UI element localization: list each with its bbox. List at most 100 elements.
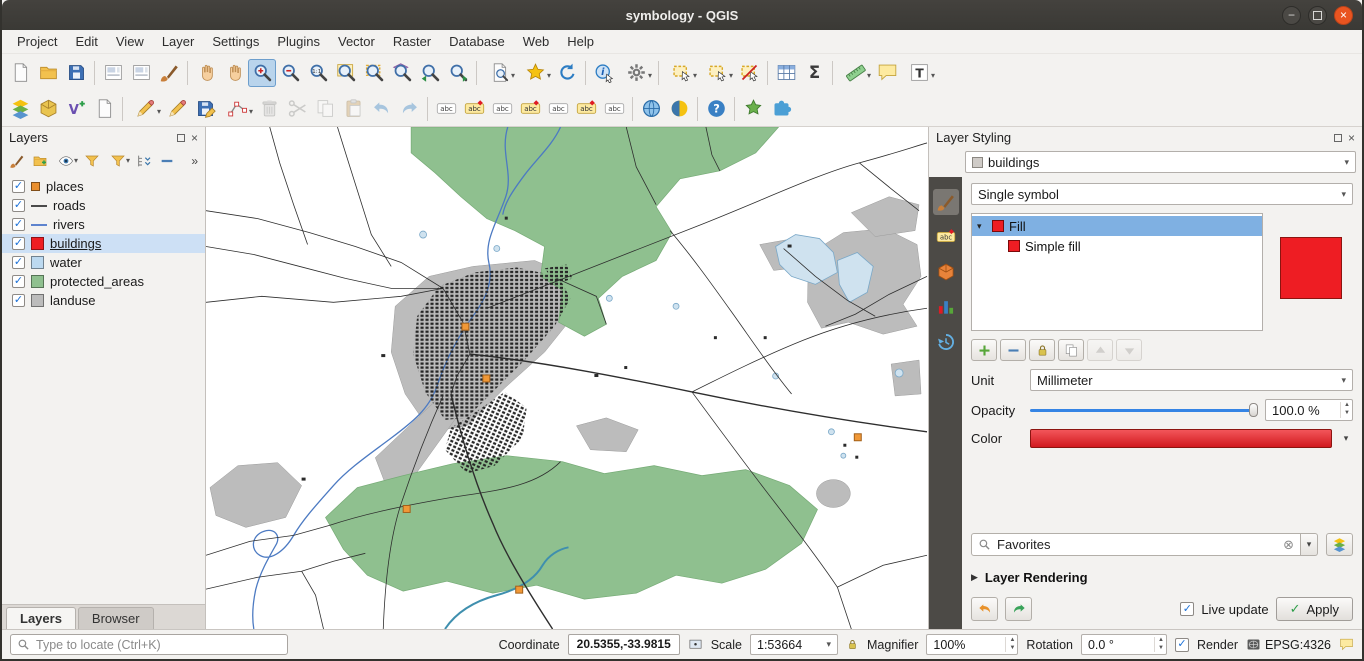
style-manager-button[interactable]: ▾ — [155, 59, 183, 87]
render-checkbox[interactable]: ✓ — [1175, 638, 1189, 652]
styling-tab-diagrams[interactable] — [933, 294, 959, 320]
color-button[interactable] — [1030, 429, 1332, 448]
layer-water[interactable]: ✓ water — [2, 253, 205, 272]
show-bookmarks-button[interactable]: ▾ — [517, 59, 553, 87]
pan-to-selection-button[interactable]: ▾ — [220, 59, 248, 87]
new-print-layout-button[interactable]: ▾ — [99, 59, 127, 87]
layer-visibility-checkbox[interactable]: ✓ — [12, 294, 25, 307]
close-panel-icon[interactable]: × — [191, 132, 198, 144]
live-update-checkbox[interactable]: ✓ — [1180, 602, 1194, 616]
layer-landuse[interactable]: ✓ landuse — [2, 291, 205, 310]
float-panel-icon[interactable] — [1334, 134, 1342, 142]
clear-icon[interactable]: ⊗ — [1283, 537, 1294, 553]
data-source-manager-button[interactable]: ▾ — [6, 95, 34, 123]
layer-labeling-button[interactable]: ▾ — [432, 95, 460, 123]
tab-browser[interactable]: Browser — [78, 607, 154, 629]
help-button[interactable]: ▾ — [702, 95, 730, 123]
select-features-button[interactable]: ▾ — [663, 59, 699, 87]
layer-rendering-section[interactable]: ▶ Layer Rendering — [971, 570, 1353, 585]
magnifier-spinbox[interactable]: 100% ▲▼ — [926, 634, 1018, 655]
coordinate-field[interactable]: 20.5355,-33.9815 — [568, 634, 680, 655]
filter-legend-button[interactable]: ▾ — [81, 150, 103, 172]
copy-features-button[interactable]: ▾ — [311, 95, 339, 123]
paste-features-button[interactable]: ▾ — [339, 95, 367, 123]
processing-toolbox-button[interactable]: ▾ — [739, 95, 767, 123]
manage-map-themes-button[interactable]: ▾ — [52, 150, 80, 172]
duplicate-symbol-layer-button[interactable] — [1058, 339, 1084, 361]
select-by-value-button[interactable]: ▾ — [699, 59, 735, 87]
open-layer-styling-button[interactable]: ▾ — [6, 150, 28, 172]
change-label-button[interactable]: ▾ — [600, 95, 628, 123]
unit-combobox[interactable]: Millimeter ▾ — [1030, 369, 1353, 391]
measure-button[interactable]: ▾ — [837, 59, 873, 87]
expand-collapse-button[interactable]: ▾ — [133, 150, 155, 172]
add-symbol-layer-button[interactable] — [971, 339, 997, 361]
save-project-button[interactable]: ▾ — [62, 59, 90, 87]
menu-item[interactable]: Web — [514, 32, 559, 51]
remove-layer-button[interactable]: ▾ — [156, 150, 178, 172]
chevron-down-icon[interactable]: ▾ — [1339, 433, 1353, 444]
symbol-tree-item-fill[interactable]: ▾ Fill — [972, 216, 1262, 236]
toggle-editing-button[interactable]: ▾ — [163, 95, 191, 123]
layer-buildings[interactable]: ✓ buildings — [2, 234, 205, 253]
styling-undo-button[interactable] — [971, 597, 998, 621]
python-console-button[interactable]: ▾ — [665, 95, 693, 123]
symbol-type-combobox[interactable]: Single symbol ▾ — [971, 183, 1353, 205]
menu-item[interactable]: Layer — [153, 32, 204, 51]
highlight-pinned-labels-button[interactable]: ▾ — [516, 95, 544, 123]
remove-symbol-layer-button[interactable] — [1000, 339, 1026, 361]
tab-layers[interactable]: Layers — [6, 607, 76, 629]
cut-features-button[interactable]: ▾ — [283, 95, 311, 123]
chevron-down-icon[interactable]: ▾ — [1301, 533, 1318, 556]
styling-redo-button[interactable] — [1005, 597, 1032, 621]
pin-labels-button[interactable]: ▾ — [488, 95, 516, 123]
zoom-out-button[interactable]: ▾ — [276, 59, 304, 87]
zoom-in-button[interactable]: ▾ — [248, 59, 276, 87]
symbol-tree-item-simple-fill[interactable]: Simple fill — [972, 236, 1262, 256]
extents-toggle-icon[interactable] — [688, 637, 703, 652]
redo-button[interactable]: ▾ — [395, 95, 423, 123]
opacity-slider[interactable] — [1030, 400, 1258, 420]
menu-item[interactable]: Help — [558, 32, 603, 51]
lock-symbol-color-button[interactable] — [1029, 339, 1055, 361]
metasearch-button[interactable]: ▾ — [637, 95, 665, 123]
zoom-native-button[interactable]: ▾ — [304, 59, 332, 87]
spinner-arrows-icon[interactable]: ▲▼ — [1005, 637, 1015, 653]
menu-item[interactable]: Raster — [384, 32, 440, 51]
messages-icon[interactable] — [1339, 637, 1354, 652]
add-group-button[interactable]: ▾ — [29, 150, 51, 172]
zoom-last-button[interactable]: ▾ — [416, 59, 444, 87]
save-layer-edits-button[interactable]: ▾ — [191, 95, 219, 123]
styling-tab-3d-view[interactable] — [933, 259, 959, 285]
expander-icon[interactable]: ▾ — [977, 221, 987, 232]
map-tips-button[interactable]: ▾ — [873, 59, 901, 87]
styling-tab-labels[interactable] — [933, 224, 959, 250]
open-project-button[interactable]: ▾ — [34, 59, 62, 87]
zoom-next-button[interactable]: ▾ — [444, 59, 472, 87]
apply-button[interactable]: ✓ Apply — [1276, 597, 1353, 621]
locate-input[interactable] — [36, 638, 281, 652]
layer-visibility-checkbox[interactable]: ✓ — [12, 256, 25, 269]
minimize-icon[interactable]: − — [1282, 6, 1301, 25]
menu-item[interactable]: Edit — [66, 32, 106, 51]
move-symbol-up-button[interactable] — [1087, 339, 1113, 361]
new-temporary-scratch-layer-button[interactable]: ▾ — [90, 95, 118, 123]
layer-visibility-checkbox[interactable]: ✓ — [12, 218, 25, 231]
scale-lock-icon[interactable] — [846, 638, 859, 651]
statistics-button[interactable]: ▾ — [800, 59, 828, 87]
pan-map-button[interactable]: ▾ — [192, 59, 220, 87]
zoom-to-layer-button[interactable]: ▾ — [388, 59, 416, 87]
menu-item[interactable]: Plugins — [268, 32, 329, 51]
zoom-to-selection-button[interactable]: ▾ — [360, 59, 388, 87]
slider-handle[interactable] — [1249, 403, 1258, 417]
new-geopackage-layer-button[interactable]: ▾ — [34, 95, 62, 123]
layer-visibility-checkbox[interactable]: ✓ — [12, 180, 25, 193]
vertex-tool-button[interactable]: ▾ — [219, 95, 255, 123]
layer-visibility-checkbox[interactable]: ✓ — [12, 199, 25, 212]
text-annotation-button[interactable]: ▾ — [901, 59, 937, 87]
layer-selector-combobox[interactable]: buildings ▾ — [965, 151, 1356, 173]
new-project-button[interactable]: ▾ — [6, 59, 34, 87]
new-shapefile-layer-button[interactable]: ▾ — [62, 95, 90, 123]
maximize-icon[interactable] — [1308, 6, 1327, 25]
menu-item[interactable]: View — [107, 32, 153, 51]
